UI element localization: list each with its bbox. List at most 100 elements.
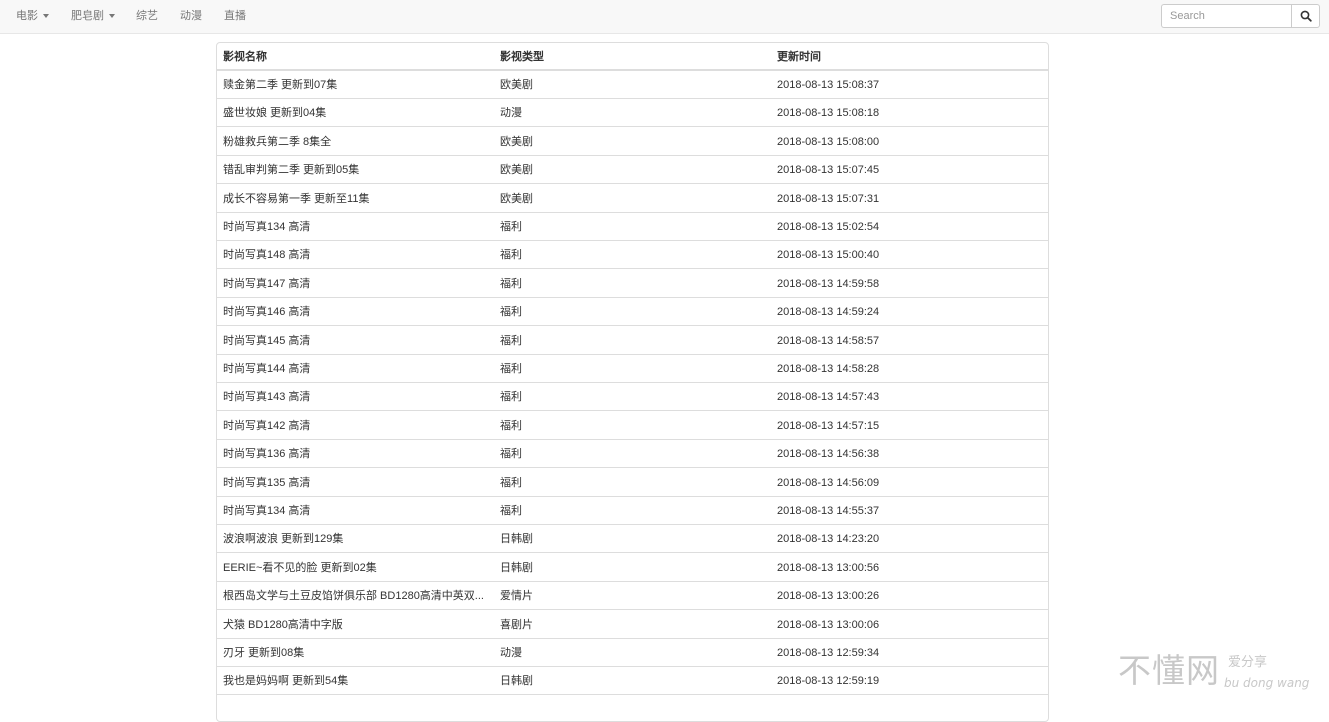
search-icon	[1300, 10, 1312, 22]
cell-updated: 2018-08-13 14:57:15	[777, 419, 880, 432]
nav-dropdown-soap-opera[interactable]: 肥皂剧	[71, 0, 115, 33]
cell-title[interactable]: 我也是妈妈啊 更新到54集	[223, 667, 495, 695]
cell-title[interactable]: 时尚写真146 高清	[223, 298, 495, 326]
cell-type: 欧美剧	[500, 192, 533, 205]
cell-title[interactable]: 时尚写真134 高清	[223, 213, 495, 241]
cell-updated: 2018-08-13 15:02:54	[777, 221, 880, 233]
nav-label-movies: 电影	[16, 10, 38, 22]
cell-updated: 2018-08-13 15:07:45	[777, 164, 880, 177]
cell-updated: 2018-08-13 12:59:34	[777, 647, 880, 659]
cell-title[interactable]: 时尚写真147 高清	[223, 270, 495, 298]
table-row[interactable]: 时尚写真136 高清 福利 2018-08-13 14:56:38	[217, 440, 1048, 469]
cell-title[interactable]: 时尚写真134 高清	[223, 497, 495, 525]
cell-title[interactable]: 犬猿 BD1280高清中字版	[223, 611, 495, 639]
cell-updated: 2018-08-13 14:56:38	[777, 448, 880, 461]
cell-type: 日韩剧	[500, 533, 533, 546]
cell-updated: 2018-08-13 15:08:37	[777, 79, 880, 91]
table-row[interactable]: 犬猿 BD1280高清中字版 喜剧片 2018-08-13 13:00:06	[217, 611, 1048, 639]
cell-type: 福利	[500, 391, 522, 404]
nav-label-anime: 动漫	[180, 10, 202, 22]
svg-text:爱分享: 爱分享	[1228, 654, 1267, 670]
cell-updated: 2018-08-13 12:59:19	[777, 675, 880, 688]
nav-label-variety: 综艺	[136, 10, 158, 22]
cell-type: 福利	[500, 505, 522, 517]
nav-link-variety[interactable]: 综艺	[136, 0, 158, 33]
cell-type: 动漫	[500, 647, 522, 659]
table-header-row: 影视名称 影视类型 更新时间	[217, 43, 1048, 71]
column-header-type: 影视类型	[500, 51, 544, 63]
table-row[interactable]: 成长不容易第一季 更新至11集 欧美剧 2018-08-13 15:07:31	[217, 185, 1048, 213]
table-row[interactable]: 时尚写真147 高清 福利 2018-08-13 14:59:58	[217, 270, 1048, 298]
cell-updated: 2018-08-13 13:00:56	[777, 561, 880, 574]
table-row[interactable]: EERIE~看不见的脸 更新到02集 日韩剧 2018-08-13 13:00:56	[217, 554, 1048, 582]
cell-title[interactable]: 盛世妆娘 更新到04集	[223, 99, 495, 127]
cell-title[interactable]: 时尚写真144 高清	[223, 355, 495, 383]
cell-updated: 2018-08-13 14:59:58	[777, 277, 880, 290]
cell-type: 日韩剧	[500, 561, 533, 574]
cell-title[interactable]: 时尚写真145 高清	[223, 327, 495, 355]
cell-type: 福利	[500, 363, 522, 375]
cell-title[interactable]: 成长不容易第一季 更新至11集	[223, 185, 495, 213]
table-row[interactable]: 时尚写真148 高清 福利 2018-08-13 15:00:40	[217, 241, 1048, 270]
updates-table: 影视名称 影视类型 更新时间 赎金第二季 更新到07集 欧美剧 2018-08-13…	[216, 42, 1049, 722]
table-row[interactable]: 错乱审判第二季 更新到05集 欧美剧 2018-08-13 15:07:45	[217, 156, 1048, 185]
cell-title[interactable]: EERIE~看不见的脸 更新到02集	[223, 554, 495, 582]
table-row[interactable]: 根西岛文学与土豆皮馅饼俱乐部 BD1280高清中英双... 爱情片 2018-08-…	[217, 582, 1048, 611]
cell-type: 欧美剧	[500, 164, 533, 177]
table-row[interactable]: 时尚写真142 高清 福利 2018-08-13 14:57:15	[217, 412, 1048, 440]
site-watermark-logo: 不懂网 爱分享 bu dong wang	[1118, 651, 1310, 690]
table-row[interactable]: 波浪啊波浪 更新到129集 日韩剧 2018-08-13 14:23:20	[217, 525, 1048, 554]
cell-type: 喜剧片	[500, 618, 533, 631]
search-input[interactable]	[1161, 4, 1292, 28]
nav-dropdown-movies[interactable]: 电影	[16, 0, 49, 33]
cell-updated: 2018-08-13 13:00:06	[777, 618, 880, 631]
table-row[interactable]: 时尚写真144 高清 福利 2018-08-13 14:58:28	[217, 355, 1048, 383]
cell-title[interactable]: 时尚写真148 高清	[223, 241, 495, 269]
table-row[interactable]: 粉雄救兵第二季 8集全 欧美剧 2018-08-13 15:08:00	[217, 128, 1048, 156]
cell-title[interactable]: 时尚写真136 高清	[223, 440, 495, 468]
cell-type: 日韩剧	[500, 675, 533, 688]
cell-updated: 2018-08-13 13:00:26	[777, 590, 880, 603]
cell-type: 福利	[500, 448, 522, 461]
top-navbar: 电影 肥皂剧 综艺 动漫 直播	[0, 0, 1329, 34]
cell-title[interactable]: 波浪啊波浪 更新到129集	[223, 525, 495, 553]
table-row[interactable]: 时尚写真135 高清 福利 2018-08-13 14:56:09	[217, 469, 1048, 497]
cell-type: 欧美剧	[500, 79, 533, 91]
cell-type: 欧美剧	[500, 135, 533, 148]
cell-title[interactable]: 根西岛文学与土豆皮馅饼俱乐部 BD1280高清中英双...	[223, 582, 495, 610]
caret-down-icon	[43, 14, 49, 19]
cell-type: 爱情片	[500, 590, 533, 603]
column-header-updated: 更新时间	[777, 51, 821, 63]
cell-title[interactable]: 错乱审判第二季 更新到05集	[223, 156, 495, 184]
table-row[interactable]: 我也是妈妈啊 更新到54集 日韩剧 2018-08-13 12:59:19	[217, 667, 1048, 696]
cell-type: 福利	[500, 476, 522, 489]
cell-updated: 2018-08-13 15:08:18	[777, 107, 880, 120]
cell-type: 福利	[500, 306, 522, 319]
cell-title[interactable]: 刃牙 更新到08集	[223, 639, 495, 667]
table-row[interactable]: 时尚写真145 高清 福利 2018-08-13 14:58:57	[217, 327, 1048, 355]
table-row[interactable]: 时尚写真146 高清 福利 2018-08-13 14:59:24	[217, 298, 1048, 327]
nav-link-live[interactable]: 直播	[224, 0, 246, 33]
cell-title[interactable]: 时尚写真143 高清	[223, 383, 495, 411]
table-row[interactable]: 时尚写真134 高清 福利 2018-08-13 15:02:54	[217, 213, 1048, 241]
svg-text:不懂网: 不懂网	[1118, 651, 1220, 690]
table-row[interactable]: 刃牙 更新到08集 动漫 2018-08-13 12:59:34	[217, 639, 1048, 667]
table-row[interactable]: 盛世妆娘 更新到04集 动漫 2018-08-13 15:08:18	[217, 99, 1048, 128]
table-row[interactable]: 赎金第二季 更新到07集 欧美剧 2018-08-13 15:08:37	[217, 71, 1048, 99]
cell-type: 福利	[500, 221, 522, 233]
cell-type: 福利	[500, 334, 522, 347]
caret-down-icon	[109, 14, 115, 19]
cell-title[interactable]: 粉雄救兵第二季 8集全	[223, 128, 495, 156]
nav-link-anime[interactable]: 动漫	[180, 0, 202, 33]
cell-title[interactable]: 时尚写真135 高清	[223, 469, 495, 497]
table-row[interactable]: 时尚写真134 高清 福利 2018-08-13 14:55:37	[217, 497, 1048, 525]
cell-title[interactable]: 赎金第二季 更新到07集	[223, 71, 495, 99]
table-row[interactable]: 时尚写真143 高清 福利 2018-08-13 14:57:43	[217, 383, 1048, 412]
cell-updated: 2018-08-13 14:56:09	[777, 476, 880, 489]
cell-updated: 2018-08-13 14:55:37	[777, 505, 880, 517]
cell-type: 福利	[500, 249, 522, 262]
cell-type: 动漫	[500, 107, 522, 120]
cell-updated: 2018-08-13 14:58:28	[777, 363, 880, 375]
cell-title[interactable]: 时尚写真142 高清	[223, 412, 495, 440]
search-button[interactable]	[1291, 4, 1320, 28]
